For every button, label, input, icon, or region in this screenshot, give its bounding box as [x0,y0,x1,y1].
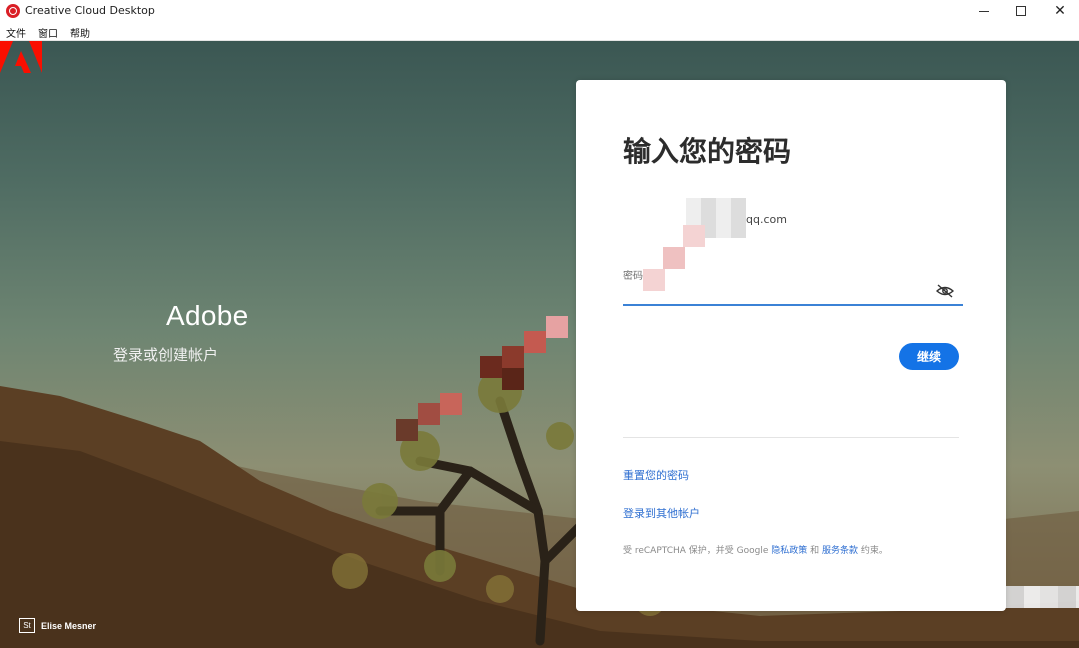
redaction-mosaic [480,316,590,406]
account-email: qq.com [746,213,787,226]
menu-bar: 文件 窗口 帮助 [0,22,1079,41]
title-bar: Creative Cloud Desktop ✕ [0,0,1079,22]
menu-help[interactable]: 帮助 [70,25,90,40]
hide-password-icon[interactable] [936,284,954,298]
brand-name: Adobe [166,300,249,331]
minimize-icon [979,10,989,12]
window-title: Creative Cloud Desktop [25,4,155,17]
maximize-icon [1016,6,1026,16]
legal-prefix: 受 reCAPTCHA 保护，并受 Google [623,546,772,556]
page-title: 输入您的密码 [623,135,792,168]
terms-of-service-link[interactable]: 服务条款 [822,546,858,556]
legal-suffix: 约束。 [858,546,888,556]
brand-tagline: 登录或创建帐户 [113,346,219,364]
recaptcha-notice: 受 reCAPTCHA 保护，并受 Google 隐私政策 和 服务条款 约束。 [623,543,888,556]
adobe-logo-icon [0,41,42,73]
maximize-button[interactable] [1001,0,1041,22]
photo-author: Elise Mesner [41,620,97,631]
reset-password-link[interactable]: 重置您的密码 [623,467,689,483]
legal-and: 和 [807,546,823,556]
photo-credit: St Elise Mesner [19,618,96,633]
minimize-button[interactable] [964,0,1004,22]
password-field[interactable] [623,280,963,306]
login-card: 输入您的密码 qq.com 密码 继续 重置您的密码 登录到其他帐户 受 reC… [576,80,1006,611]
continue-button[interactable]: 继续 [899,343,959,370]
menu-file[interactable]: 文件 [6,25,26,40]
other-account-link[interactable]: 登录到其他帐户 [623,505,700,521]
redaction-mosaic [396,393,472,445]
close-button[interactable]: ✕ [1040,0,1079,22]
divider [623,437,959,438]
stock-badge: St [19,618,35,633]
creative-cloud-icon [6,4,20,18]
privacy-policy-link[interactable]: 隐私政策 [771,546,807,556]
menu-window[interactable]: 窗口 [38,25,58,40]
close-icon: ✕ [1054,3,1066,19]
